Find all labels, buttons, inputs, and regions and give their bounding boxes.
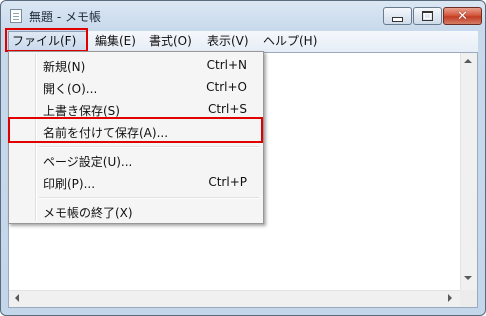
menu-item-label: メモ帳の終了(X) <box>43 206 133 220</box>
horizontal-scrollbar[interactable] <box>9 290 460 307</box>
maximize-icon <box>422 11 433 21</box>
title-bar[interactable]: 無題 - メモ帳 ✕ <box>1 1 485 31</box>
menu-item-shortcut: Ctrl+N <box>206 58 247 72</box>
menu-item-print[interactable]: 印刷(P)... Ctrl+P <box>11 171 261 193</box>
vertical-scrollbar[interactable] <box>460 53 477 290</box>
menu-item-open[interactable]: 開く(O)... Ctrl+O <box>11 76 261 98</box>
menu-item-shortcut: Ctrl+S <box>207 102 247 116</box>
menu-item-new[interactable]: 新規(N) Ctrl+N <box>11 54 261 76</box>
minimize-button[interactable] <box>383 7 412 25</box>
scroll-right-icon[interactable] <box>448 294 452 302</box>
window-title: 無題 - メモ帳 <box>29 10 101 24</box>
menu-item-page-setup[interactable]: ページ設定(U)... <box>11 149 261 171</box>
menu-separator <box>39 197 259 199</box>
close-button[interactable]: ✕ <box>443 7 482 25</box>
menu-edit[interactable]: 編集(E) <box>95 31 136 52</box>
minimize-icon <box>392 16 403 22</box>
menu-view[interactable]: 表示(V) <box>207 31 249 52</box>
menu-separator <box>39 146 259 148</box>
file-menu-highlight <box>5 28 88 52</box>
menu-format[interactable]: 書式(O) <box>149 31 192 52</box>
scroll-down-icon[interactable] <box>464 276 472 280</box>
menu-item-exit[interactable]: メモ帳の終了(X) <box>11 200 261 222</box>
scroll-up-icon[interactable] <box>464 59 472 63</box>
menu-item-label: ページ設定(U)... <box>43 155 133 169</box>
menu-help[interactable]: ヘルプ(H) <box>263 31 317 52</box>
menu-item-label: 開く(O)... <box>43 82 98 96</box>
menu-item-shortcut: Ctrl+P <box>208 175 247 189</box>
menu-item-label: 印刷(P)... <box>43 177 96 191</box>
close-icon: ✕ <box>457 8 468 24</box>
notepad-icon[interactable] <box>10 9 22 23</box>
maximize-button[interactable] <box>413 7 442 25</box>
menu-item-label: 新規(N) <box>43 60 86 74</box>
menu-item-shortcut: Ctrl+O <box>206 80 247 94</box>
size-grip[interactable] <box>460 290 477 307</box>
save-as-highlight <box>8 117 263 143</box>
scroll-left-icon[interactable] <box>15 294 19 302</box>
